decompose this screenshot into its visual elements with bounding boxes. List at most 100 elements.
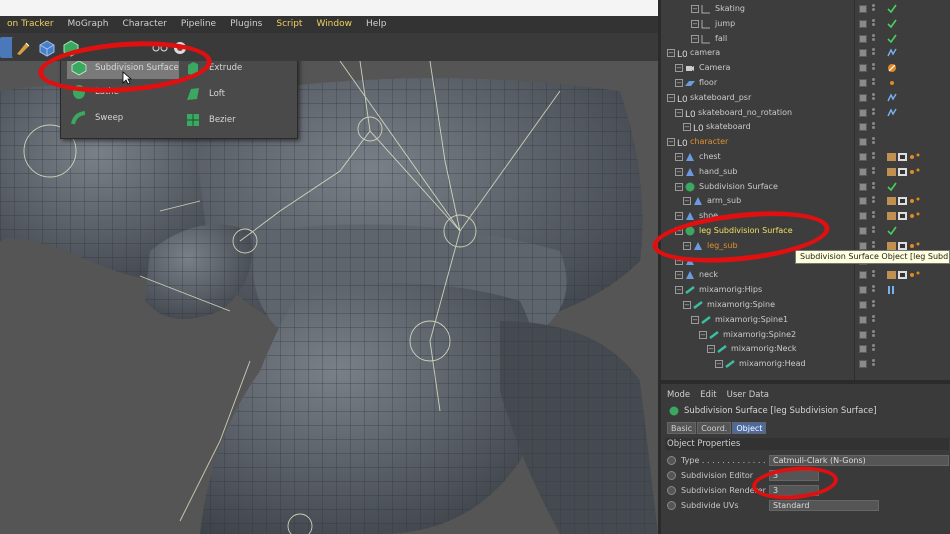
object-tag-icon[interactable] <box>887 122 899 132</box>
menu-character[interactable]: Character <box>115 16 173 33</box>
tree-toggle-icon[interactable]: − <box>675 167 683 176</box>
tree-toggle-icon[interactable]: − <box>675 79 683 87</box>
menu-pipeline[interactable]: Pipeline <box>174 16 223 33</box>
object-row[interactable]: − mixamorig:Spine2 <box>661 328 950 343</box>
editor-render-dots[interactable] <box>872 122 875 132</box>
animate-radio[interactable] <box>667 456 676 465</box>
tab-object[interactable]: Object <box>732 422 767 434</box>
pen-tool-button[interactable] <box>12 37 34 58</box>
visibility-toggle[interactable] <box>859 138 867 147</box>
visibility-toggle[interactable] <box>859 241 867 250</box>
animate-radio[interactable] <box>667 501 676 510</box>
editor-render-dots[interactable] <box>872 4 875 14</box>
visibility-toggle[interactable] <box>859 93 867 102</box>
dropdown-item-sweep[interactable]: Sweep <box>71 107 179 129</box>
visibility-toggle[interactable] <box>859 182 867 191</box>
object-tag-icon[interactable] <box>887 196 927 206</box>
object-tag-icon[interactable] <box>887 4 899 14</box>
object-tag-icon[interactable] <box>887 182 899 192</box>
visibility-toggle[interactable] <box>859 197 867 206</box>
editor-render-dots[interactable] <box>872 270 875 280</box>
visibility-toggle[interactable] <box>859 5 867 13</box>
tree-toggle-icon[interactable]: − <box>675 271 683 280</box>
object-row[interactable]: − floor <box>661 76 950 91</box>
tree-toggle-icon[interactable]: − <box>691 34 699 43</box>
visibility-toggle[interactable] <box>859 227 867 235</box>
object-tag-icon[interactable] <box>887 93 899 103</box>
animate-radio[interactable] <box>667 471 676 480</box>
animate-radio[interactable] <box>667 486 676 495</box>
visibility-toggle[interactable] <box>859 330 867 339</box>
editor-render-dots[interactable] <box>872 33 875 44</box>
tab-basic[interactable]: Basic <box>667 422 697 434</box>
menu-plugins[interactable]: Plugins <box>223 16 269 33</box>
tree-toggle-icon[interactable]: − <box>691 5 699 13</box>
tree-toggle-icon[interactable]: − <box>675 286 683 295</box>
object-tag-icon[interactable] <box>887 270 927 280</box>
am-menu-edit[interactable]: Edit <box>700 390 716 400</box>
object-row[interactable]: − hand_sub <box>661 165 950 180</box>
object-row[interactable]: − L0 skateboard_psr <box>661 91 950 106</box>
visibility-toggle[interactable] <box>859 19 867 28</box>
visibility-toggle[interactable] <box>859 49 867 58</box>
tree-toggle-icon[interactable]: − <box>683 197 691 206</box>
tree-toggle-icon[interactable]: − <box>675 212 683 221</box>
object-row[interactable]: − neck <box>661 268 950 283</box>
object-row[interactable]: − fall <box>661 32 950 47</box>
tree-toggle-icon[interactable]: − <box>675 108 683 117</box>
object-tag-icon[interactable] <box>887 285 899 295</box>
menu-window[interactable]: Window <box>309 16 359 33</box>
visibility-toggle[interactable] <box>859 271 867 280</box>
editor-render-dots[interactable] <box>872 300 875 310</box>
object-tag-icon[interactable] <box>887 359 899 369</box>
am-menu-user-data[interactable]: User Data <box>727 390 769 400</box>
editor-render-dots[interactable] <box>872 285 875 295</box>
editor-render-dots[interactable] <box>872 18 875 29</box>
tree-toggle-icon[interactable]: − <box>675 64 683 73</box>
visibility-toggle[interactable] <box>859 123 867 132</box>
menu-help[interactable]: Help <box>359 16 394 33</box>
object-row[interactable]: − mixamorig:Head <box>661 357 950 372</box>
tree-toggle-icon[interactable]: − <box>683 123 691 132</box>
editor-render-dots[interactable] <box>872 166 875 177</box>
editor-render-dots[interactable] <box>872 92 875 103</box>
editor-render-dots[interactable] <box>872 344 875 354</box>
visibility-toggle[interactable] <box>859 315 867 324</box>
editor-render-dots[interactable] <box>872 152 875 162</box>
dropdown-item-bezier[interactable]: Bezier <box>185 109 293 131</box>
visibility-toggle[interactable] <box>859 301 867 309</box>
object-row[interactable]: − mixamorig:Spine <box>661 298 950 313</box>
visibility-toggle[interactable] <box>859 153 867 161</box>
object-tag-icon[interactable] <box>887 300 899 310</box>
object-row[interactable]: − Camera <box>661 61 950 76</box>
object-row[interactable]: − L0 camera <box>661 46 950 61</box>
am-menu-mode[interactable]: Mode <box>667 390 690 400</box>
tree-toggle-icon[interactable]: − <box>691 315 699 324</box>
visibility-toggle[interactable] <box>859 34 867 43</box>
object-tag-icon[interactable] <box>887 137 899 147</box>
object-tag-icon[interactable] <box>887 315 899 325</box>
visibility-toggle[interactable] <box>859 286 867 295</box>
menu-script[interactable]: Script <box>269 16 309 33</box>
object-row[interactable]: − mixamorig:Hips <box>661 283 950 298</box>
object-tag-icon[interactable] <box>887 167 927 177</box>
object-row[interactable]: − mixamorig:Neck <box>661 342 950 357</box>
editor-render-dots[interactable] <box>872 329 875 340</box>
object-tag-icon[interactable] <box>887 19 899 29</box>
subdivide-uvs-select[interactable]: Standard <box>769 500 879 511</box>
object-tag-icon[interactable] <box>887 330 899 340</box>
type-select[interactable]: Catmull-Clark (N-Gons) <box>769 455 949 466</box>
object-tag-icon[interactable] <box>887 48 899 58</box>
tree-toggle-icon[interactable]: − <box>675 153 683 161</box>
tab-coord[interactable]: Coord. <box>697 422 732 434</box>
editor-render-dots[interactable] <box>872 314 875 325</box>
object-tag-icon[interactable] <box>887 226 899 236</box>
object-row[interactable]: − L0 skateboard <box>661 120 950 135</box>
visibility-toggle[interactable] <box>859 64 867 73</box>
menu-mograph[interactable]: MoGraph <box>61 16 116 33</box>
tree-toggle-icon[interactable]: − <box>691 19 699 28</box>
tree-toggle-icon[interactable]: − <box>667 49 675 58</box>
tree-toggle-icon[interactable]: − <box>707 345 715 354</box>
object-row[interactable]: − Subdivision Surface <box>661 180 950 195</box>
visibility-toggle[interactable] <box>859 79 867 87</box>
